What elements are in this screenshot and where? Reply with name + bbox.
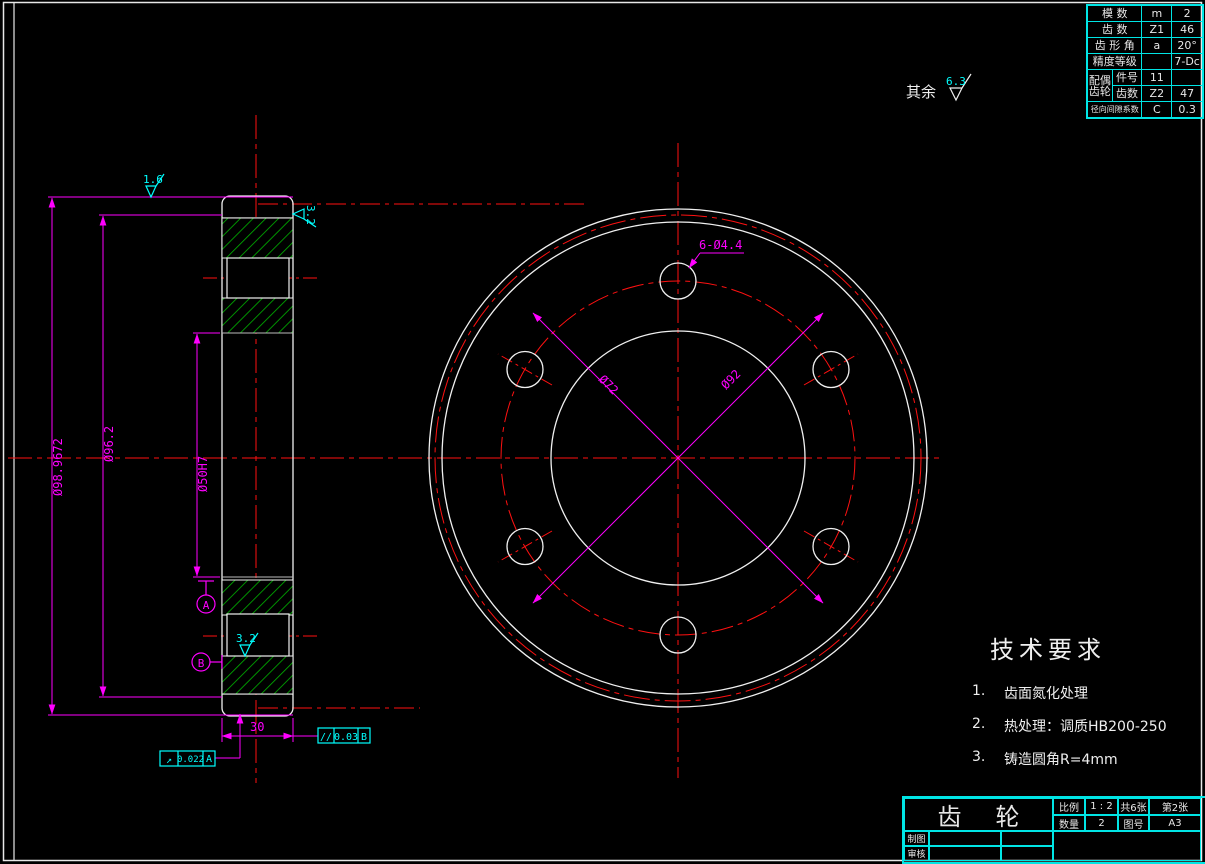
dim-bore: Ø50H7 <box>196 456 210 492</box>
dimension-labels: Ø98.9672 Ø96.2 Ø50H7 30 6-Ø4.4 Ø72 Ø92 <box>51 238 743 734</box>
table-row: 精度等级 7-Dc <box>1087 54 1203 70</box>
table-row: 模 数 m 2 <box>1087 5 1203 22</box>
runout-icon: ↗ <box>166 755 172 766</box>
drawing-no-label: 图号 <box>1118 815 1149 831</box>
hatch-web-bottom <box>222 580 293 615</box>
table-row: 齿 形 角 a 20° <box>1087 38 1203 54</box>
fcf-runout: ↗ 0.022 A <box>160 751 215 766</box>
drawing-title: 齿轮 <box>904 798 1053 831</box>
tech-req-item: 3. 铸造圆角R=4mm <box>962 749 1202 769</box>
sheets-total: 共6张 <box>1118 798 1149 815</box>
title-block: 齿轮 比例 1 : 2 共6张 第2张 数量 2 图号 A3 制图 审核 <box>902 796 1205 864</box>
param-symbol: m <box>1142 5 1172 22</box>
sheet-number: 第2张 <box>1149 798 1201 815</box>
dim-width: 30 <box>250 720 264 734</box>
roughness-top-face: 1.6 <box>143 173 164 197</box>
hatch-rim-bottom <box>222 656 293 694</box>
drafted-value <box>929 831 1001 846</box>
dim-outer-dia: Ø98.9672 <box>51 438 65 496</box>
param-symbol <box>1142 54 1172 70</box>
param-label: 模 数 <box>1087 5 1142 22</box>
checked-label: 审核 <box>904 846 929 861</box>
dim-holes: 6-Ø4.4 <box>699 238 742 252</box>
param-value: 2 <box>1172 5 1203 22</box>
title-block-blank-area <box>1053 831 1201 861</box>
technical-requirements: 技术要求 1. 齿面氮化处理 2. 热处理：调质HB200-250 3. 铸造圆… <box>962 630 1202 782</box>
checked-value <box>929 846 1001 861</box>
tech-req-item: 2. 热处理：调质HB200-250 <box>962 716 1202 736</box>
svg-text:0.03: 0.03 <box>334 732 358 743</box>
datum-a: A <box>197 581 215 613</box>
gear-section-view <box>222 196 293 716</box>
param-value: 20° <box>1172 38 1203 54</box>
param-label: 齿 数 <box>1087 22 1142 38</box>
svg-text:B: B <box>198 657 205 670</box>
table-row: 径向间隙系数 C 0.3 <box>1087 102 1203 119</box>
table-row: 配偶齿轮 件号 11 <box>1087 70 1203 86</box>
note-prefix: 其余 <box>906 83 936 101</box>
holes-leader <box>689 253 700 268</box>
drafted-label: 制图 <box>904 831 929 846</box>
table-row: 齿 数 Z1 46 <box>1087 22 1203 38</box>
drawing-sheet: Ø98.9672 Ø96.2 Ø50H7 30 6-Ø4.4 Ø72 Ø92 A… <box>0 0 1205 864</box>
param-label: 精度等级 <box>1087 54 1142 70</box>
param-symbol: C <box>1142 102 1172 119</box>
svg-text:0.022: 0.022 <box>177 755 204 765</box>
param-value: 7-Dc <box>1172 54 1203 70</box>
svg-text:A: A <box>203 599 210 612</box>
dim-pitch-circle: Ø92 <box>718 367 743 392</box>
param-value: 47 <box>1172 86 1203 102</box>
hole-void-upper <box>227 258 289 298</box>
mate-gear-label: 配偶齿轮 <box>1087 70 1112 102</box>
param-label: 径向间隙系数 <box>1087 102 1142 119</box>
param-symbol: Z2 <box>1142 86 1172 102</box>
param-symbol: Z1 <box>1142 22 1172 38</box>
param-label: 齿 形 角 <box>1087 38 1142 54</box>
tech-req-item: 1. 齿面氮化处理 <box>962 683 1202 703</box>
datum-b: B <box>192 653 222 671</box>
checked-date <box>1001 846 1053 861</box>
param-label: 件号 <box>1112 70 1142 86</box>
note-value: 6.3 <box>946 75 966 88</box>
dim-bolt-circle: Ø72 <box>596 372 621 397</box>
quantity-label: 数量 <box>1053 815 1085 831</box>
general-roughness-note: 其余 6.3 <box>906 74 971 101</box>
gear-parameter-table: 模 数 m 2 齿 数 Z1 46 齿 形 角 a 20° 精度等级 7-Dc … <box>1086 4 1204 119</box>
drafted-date <box>1001 831 1053 846</box>
svg-text:3.2: 3.2 <box>236 632 256 645</box>
quantity-value: 2 <box>1085 815 1118 831</box>
hatch-rim-top <box>222 218 293 258</box>
param-value <box>1172 70 1203 86</box>
fcf-parallelism: // 0.03 B <box>318 728 370 743</box>
param-symbol: a <box>1142 38 1172 54</box>
svg-text:A: A <box>206 754 212 765</box>
hatch-web-top <box>222 298 293 333</box>
param-value: 0.3 <box>1172 102 1203 119</box>
tech-req-title: 技术要求 <box>990 630 1202 665</box>
parallelism-icon: // <box>320 732 332 743</box>
svg-text:1.6: 1.6 <box>143 173 163 186</box>
drawing-no-value: A3 <box>1149 815 1201 831</box>
dim-tip-dia: Ø96.2 <box>102 426 116 462</box>
scale-value: 1 : 2 <box>1085 798 1118 815</box>
scale-label: 比例 <box>1053 798 1085 815</box>
svg-text:B: B <box>361 732 367 743</box>
param-symbol: 11 <box>1142 70 1172 86</box>
param-label: 齿数 <box>1112 86 1142 102</box>
svg-text:3.2: 3.2 <box>304 205 317 225</box>
param-value: 46 <box>1172 22 1203 38</box>
roughness-rim-side: 3.2 <box>293 205 317 227</box>
